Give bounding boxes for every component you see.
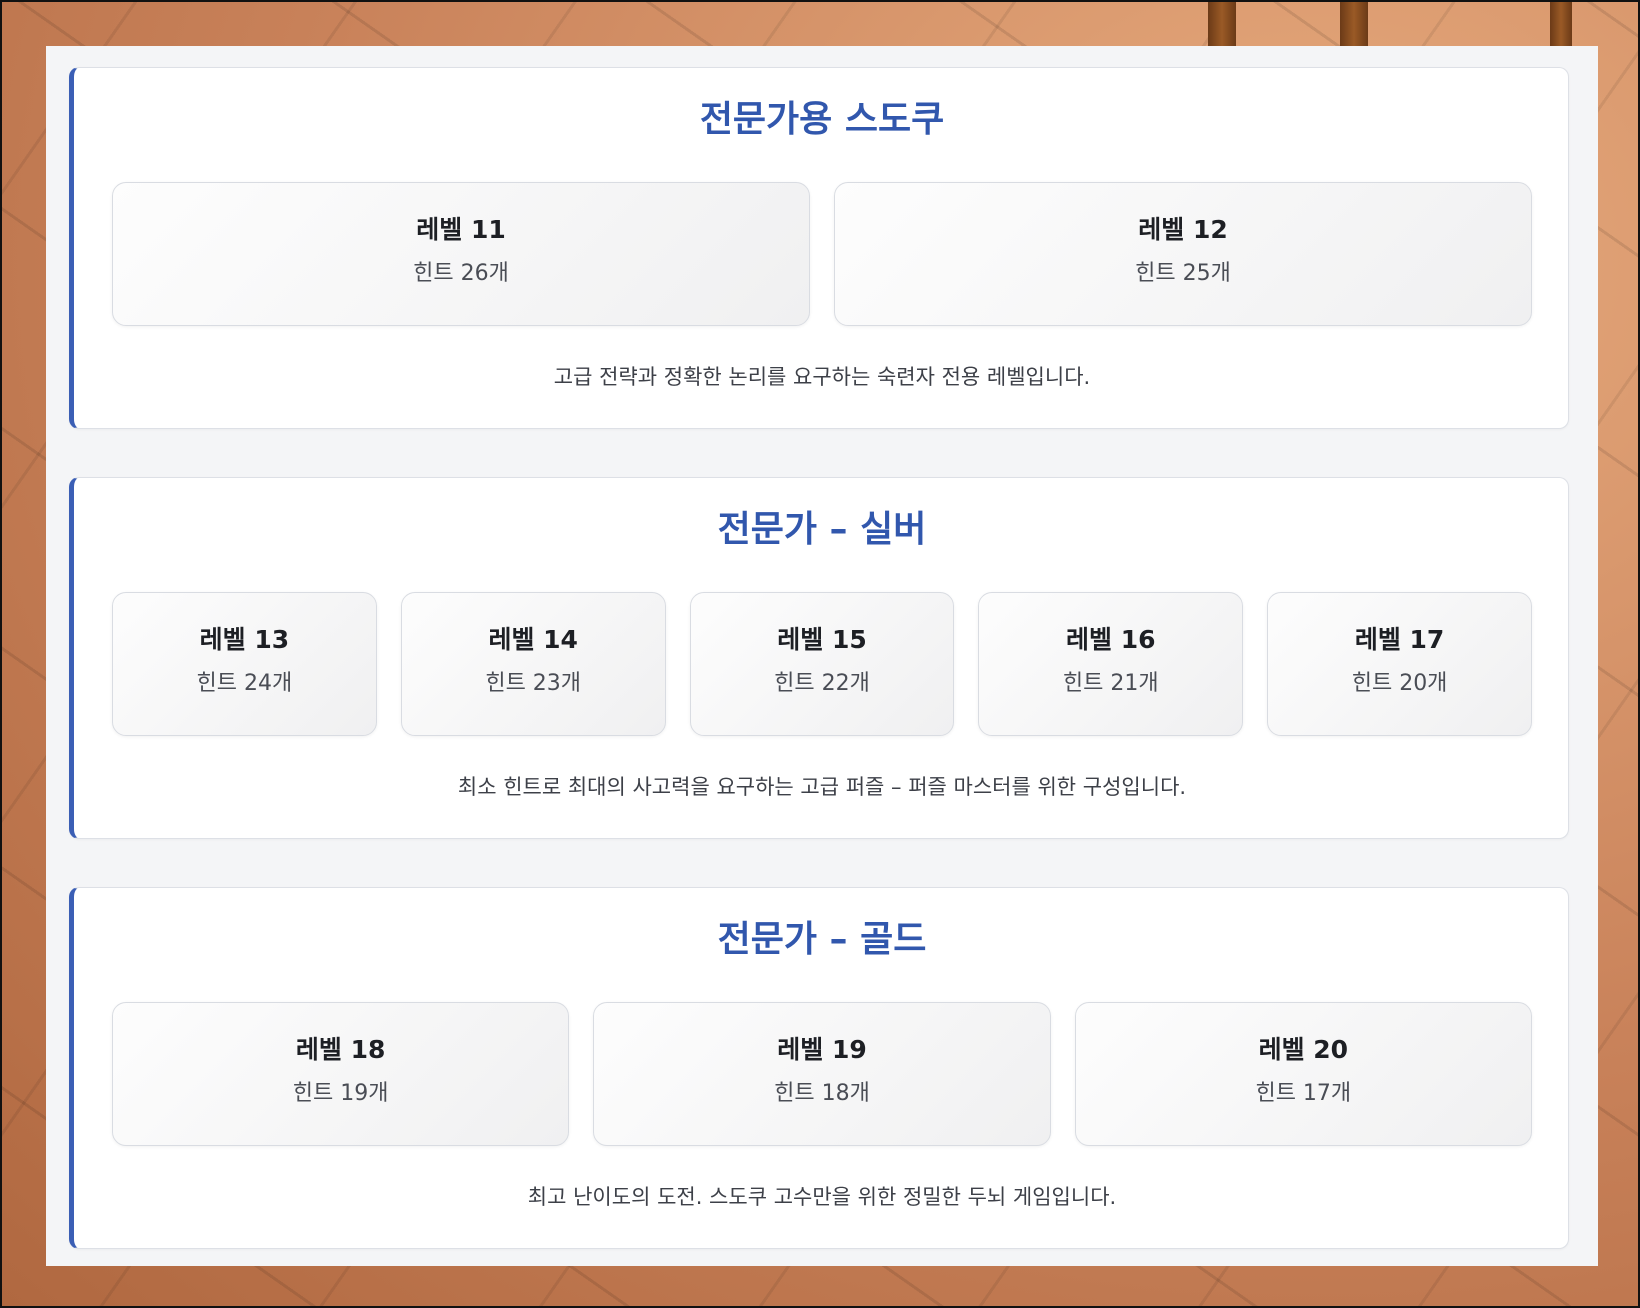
level-card-12[interactable]: 레벨 12 힌트 25개	[834, 182, 1532, 326]
level-list: 레벨 13 힌트 24개 레벨 14 힌트 23개 레벨 15 힌트 22개 레…	[112, 592, 1532, 736]
level-hints: 힌트 18개	[774, 1081, 870, 1106]
level-name: 레벨 17	[1354, 625, 1445, 654]
level-hints: 힌트 19개	[292, 1081, 389, 1106]
level-card-14[interactable]: 레벨 14 힌트 23개	[400, 592, 666, 736]
level-hints: 힌트 23개	[485, 671, 582, 696]
level-card-17[interactable]: 레벨 17 힌트 20개	[1267, 592, 1532, 736]
levels-panel: 전문가용 스도쿠 레벨 11 힌트 26개 레벨 12 힌트 25개 고급 전략…	[46, 46, 1598, 1266]
level-list: 레벨 18 힌트 19개 레벨 19 힌트 18개 레벨 20 힌트 17개	[112, 1002, 1532, 1146]
section-expert: 전문가용 스도쿠 레벨 11 힌트 26개 레벨 12 힌트 25개 고급 전략…	[69, 67, 1569, 429]
section-description: 고급 전략과 정확한 논리를 요구하는 숙련자 전용 레벨입니다.	[553, 365, 1091, 389]
level-name: 레벨 16	[1066, 625, 1156, 654]
level-hints: 힌트 24개	[196, 671, 293, 696]
section-expert-gold: 전문가 – 골드 레벨 18 힌트 19개 레벨 19 힌트 18개 레벨 20…	[69, 887, 1569, 1249]
level-hints: 힌트 26개	[413, 261, 509, 286]
level-card-15[interactable]: 레벨 15 힌트 22개	[689, 592, 955, 736]
section-title: 전문가 – 실버	[717, 509, 927, 550]
level-hints: 힌트 21개	[1062, 671, 1159, 696]
level-hints: 힌트 17개	[1255, 1081, 1352, 1106]
level-card-20[interactable]: 레벨 20 힌트 17개	[1074, 1002, 1532, 1146]
level-name: 레벨 20	[1258, 1035, 1349, 1064]
level-card-11[interactable]: 레벨 11 힌트 26개	[112, 182, 810, 326]
level-card-13[interactable]: 레벨 13 힌트 24개	[112, 592, 377, 736]
level-name: 레벨 14	[488, 625, 578, 654]
section-description: 최소 힌트로 최대의 사고력을 요구하는 고급 퍼즐 – 퍼즐 마스터를 위한 …	[457, 775, 1187, 799]
level-name: 레벨 19	[777, 1035, 867, 1064]
section-title: 전문가 – 골드	[717, 919, 927, 960]
level-hints: 힌트 22개	[774, 671, 870, 696]
level-card-18[interactable]: 레벨 18 힌트 19개	[112, 1002, 570, 1146]
level-hints: 힌트 25개	[1135, 261, 1231, 286]
level-list: 레벨 11 힌트 26개 레벨 12 힌트 25개	[112, 182, 1532, 326]
section-description: 최고 난이도의 도전. 스도쿠 고수만을 위한 정밀한 두뇌 게임입니다.	[527, 1185, 1117, 1209]
level-card-16[interactable]: 레벨 16 힌트 21개	[978, 592, 1244, 736]
section-expert-silver: 전문가 – 실버 레벨 13 힌트 24개 레벨 14 힌트 23개 레벨 15…	[69, 477, 1569, 839]
level-name: 레벨 11	[416, 215, 506, 244]
level-name: 레벨 12	[1138, 215, 1228, 244]
level-card-19[interactable]: 레벨 19 힌트 18개	[593, 1002, 1051, 1146]
level-name: 레벨 15	[777, 625, 867, 654]
level-name: 레벨 13	[199, 625, 290, 654]
level-hints: 힌트 20개	[1351, 671, 1448, 696]
section-title: 전문가용 스도쿠	[699, 99, 945, 140]
level-name: 레벨 18	[295, 1035, 386, 1064]
